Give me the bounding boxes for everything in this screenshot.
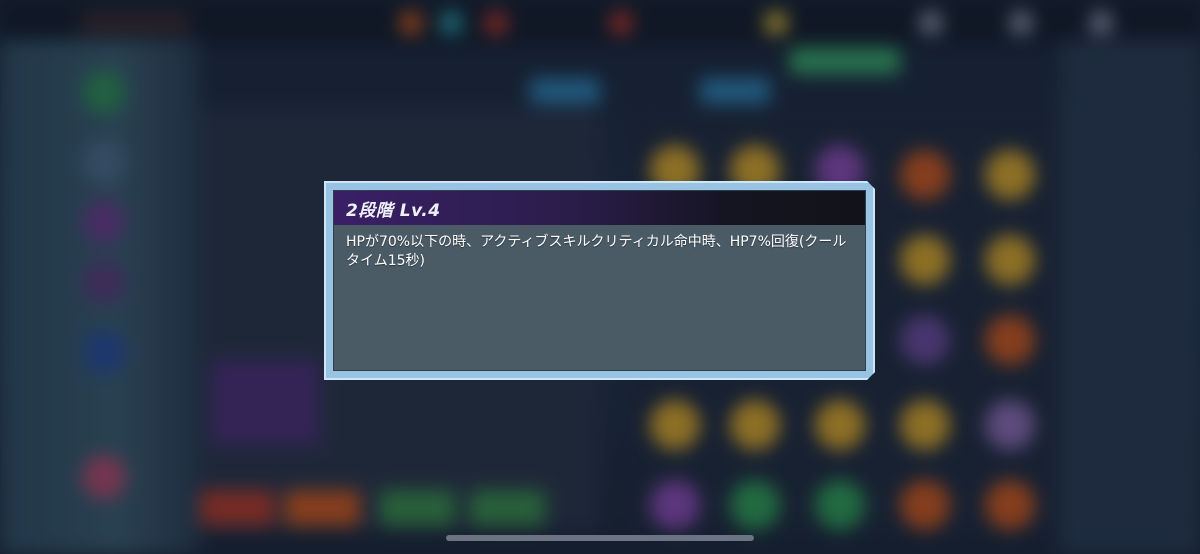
game-screen: 2段階 Lv.4 HPが70%以下の時、アクティブスキルクリティカル命中時、HP… <box>0 0 1200 554</box>
skill-info-dialog: 2段階 Lv.4 HPが70%以下の時、アクティブスキルクリティカル命中時、HP… <box>324 181 875 380</box>
dialog-header: 2段階 Lv.4 <box>334 191 865 225</box>
dialog-panel: 2段階 Lv.4 HPが70%以下の時、アクティブスキルクリティカル命中時、HP… <box>333 190 866 371</box>
skill-level-title: 2段階 Lv.4 <box>346 200 441 221</box>
skill-description: HPが70%以下の時、アクティブスキルクリティカル命中時、HP7%回復(クールタ… <box>346 234 847 269</box>
home-indicator[interactable] <box>446 535 754 541</box>
